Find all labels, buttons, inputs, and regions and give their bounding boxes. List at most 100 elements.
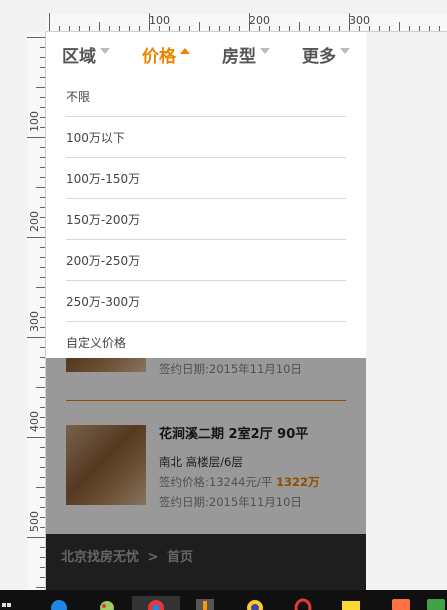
orange-app-icon[interactable]: [390, 596, 412, 610]
ruler-tick: [79, 26, 80, 31]
chrome-icon[interactable]: [132, 596, 180, 610]
ruler-tick: [109, 26, 110, 31]
price-option[interactable]: 150万-200万: [66, 199, 346, 240]
ruler-tick: [379, 26, 380, 31]
app-icon[interactable]: [194, 596, 216, 610]
ruler-tick: [40, 207, 45, 208]
ruler-tick: [40, 77, 45, 78]
filter-tab-area[interactable]: 区域: [46, 32, 126, 76]
ruler-tick: [40, 527, 45, 528]
ruler-tick: [40, 457, 45, 458]
ruler-tick: [40, 357, 45, 358]
ruler-tick: [169, 26, 170, 31]
price-option-custom[interactable]: 自定义价格: [66, 322, 346, 363]
ruler-tick: [219, 26, 220, 31]
vertical-ruler: 100 200 300 400 500: [27, 32, 46, 590]
ruler-tick: [40, 157, 45, 158]
ruler-tick: [40, 127, 45, 128]
ruler-tick: [40, 67, 45, 68]
ruler-tick: [339, 26, 340, 31]
caret-up-icon: [180, 48, 190, 54]
ruler-tick: [40, 367, 45, 368]
ruler-tick: [289, 26, 290, 31]
filter-tab-more[interactable]: 更多: [286, 32, 366, 76]
ruler-tick: [309, 26, 310, 31]
mobile-page: 区域 价格 房型 更多 不限 100万以下 100万-150万 150万-200…: [46, 32, 366, 590]
ruler-tick: [40, 227, 45, 228]
ruler-tick: [36, 387, 45, 388]
ruler-tick: [99, 22, 100, 31]
opera-icon[interactable]: [292, 596, 314, 610]
ruler-tick: [199, 22, 200, 31]
ruler-tick: [40, 347, 45, 348]
price-option[interactable]: 100万以下: [66, 117, 346, 158]
ruler-tick: [139, 26, 140, 31]
ruler-tick: [36, 87, 45, 88]
folder-icon[interactable]: [340, 596, 362, 610]
ruler-tick: [40, 327, 45, 328]
caret-down-icon: [340, 48, 350, 54]
caret-down-icon: [100, 48, 110, 54]
ruler-tick: [239, 26, 240, 31]
price-option[interactable]: 200万-250万: [66, 240, 346, 281]
price-option[interactable]: 250万-300万: [66, 281, 346, 322]
ruler-tick: [279, 26, 280, 31]
ruler-tick: [359, 26, 360, 31]
color-app-icon[interactable]: [244, 596, 266, 610]
ruler-tick: [40, 47, 45, 48]
ruler-tick: [40, 197, 45, 198]
ruler-tick: [27, 537, 45, 538]
green-app-icon[interactable]: [425, 596, 447, 610]
filter-tab-label: 房型: [222, 46, 256, 67]
ruler-tick: [40, 507, 45, 508]
ruler-tick: [189, 26, 190, 31]
ruler-tick: [179, 26, 180, 31]
ruler-tick: [149, 13, 150, 31]
ruler-tick: [229, 26, 230, 31]
ruler-tick: [40, 267, 45, 268]
start-icon[interactable]: [0, 596, 14, 610]
ruler-tick: [69, 26, 70, 31]
ruler-label: 100: [28, 111, 41, 132]
filter-tab-room-type[interactable]: 房型: [206, 32, 286, 76]
price-option[interactable]: 100万-150万: [66, 158, 346, 199]
ruler-tick: [40, 447, 45, 448]
ruler-tick: [27, 137, 45, 138]
ruler-tick: [369, 26, 370, 31]
ruler-tick: [209, 26, 210, 31]
ruler-tick: [27, 237, 45, 238]
edge-browser-icon[interactable]: [48, 596, 70, 610]
ruler-tick: [40, 97, 45, 98]
ruler-tick: [89, 26, 90, 31]
price-option[interactable]: 不限: [66, 76, 346, 117]
filter-tab-price[interactable]: 价格: [126, 32, 206, 76]
ruler-tick: [349, 13, 350, 31]
ruler-tick: [40, 577, 45, 578]
ruler-label: 200: [28, 211, 41, 232]
ruler-tick: [40, 317, 45, 318]
ruler-tick: [40, 57, 45, 58]
horizontal-ruler: 100 200 300: [46, 13, 447, 32]
ruler-tick: [40, 407, 45, 408]
ruler-tick: [40, 257, 45, 258]
ruler-tick: [399, 22, 400, 31]
dropdown-backdrop-overlay[interactable]: [46, 358, 366, 590]
ruler-tick: [27, 37, 45, 38]
ruler-label: 400: [28, 411, 41, 432]
caret-down-icon: [260, 48, 270, 54]
paint-icon[interactable]: [96, 596, 118, 610]
ruler-tick: [59, 26, 60, 31]
ruler-tick: [40, 117, 45, 118]
filter-tab-label: 区域: [62, 46, 96, 67]
ruler-tick: [299, 22, 300, 31]
ruler-tick: [259, 26, 260, 31]
ruler-tick: [40, 277, 45, 278]
ruler-tick: [40, 477, 45, 478]
ruler-tick: [40, 517, 45, 518]
ruler-tick: [409, 26, 410, 31]
ruler-tick: [40, 217, 45, 218]
ruler-tick: [159, 26, 160, 31]
ruler-tick: [40, 567, 45, 568]
price-dropdown: 不限 100万以下 100万-150万 150万-200万 200万-250万 …: [46, 76, 366, 358]
ruler-corner: [0, 0, 46, 32]
